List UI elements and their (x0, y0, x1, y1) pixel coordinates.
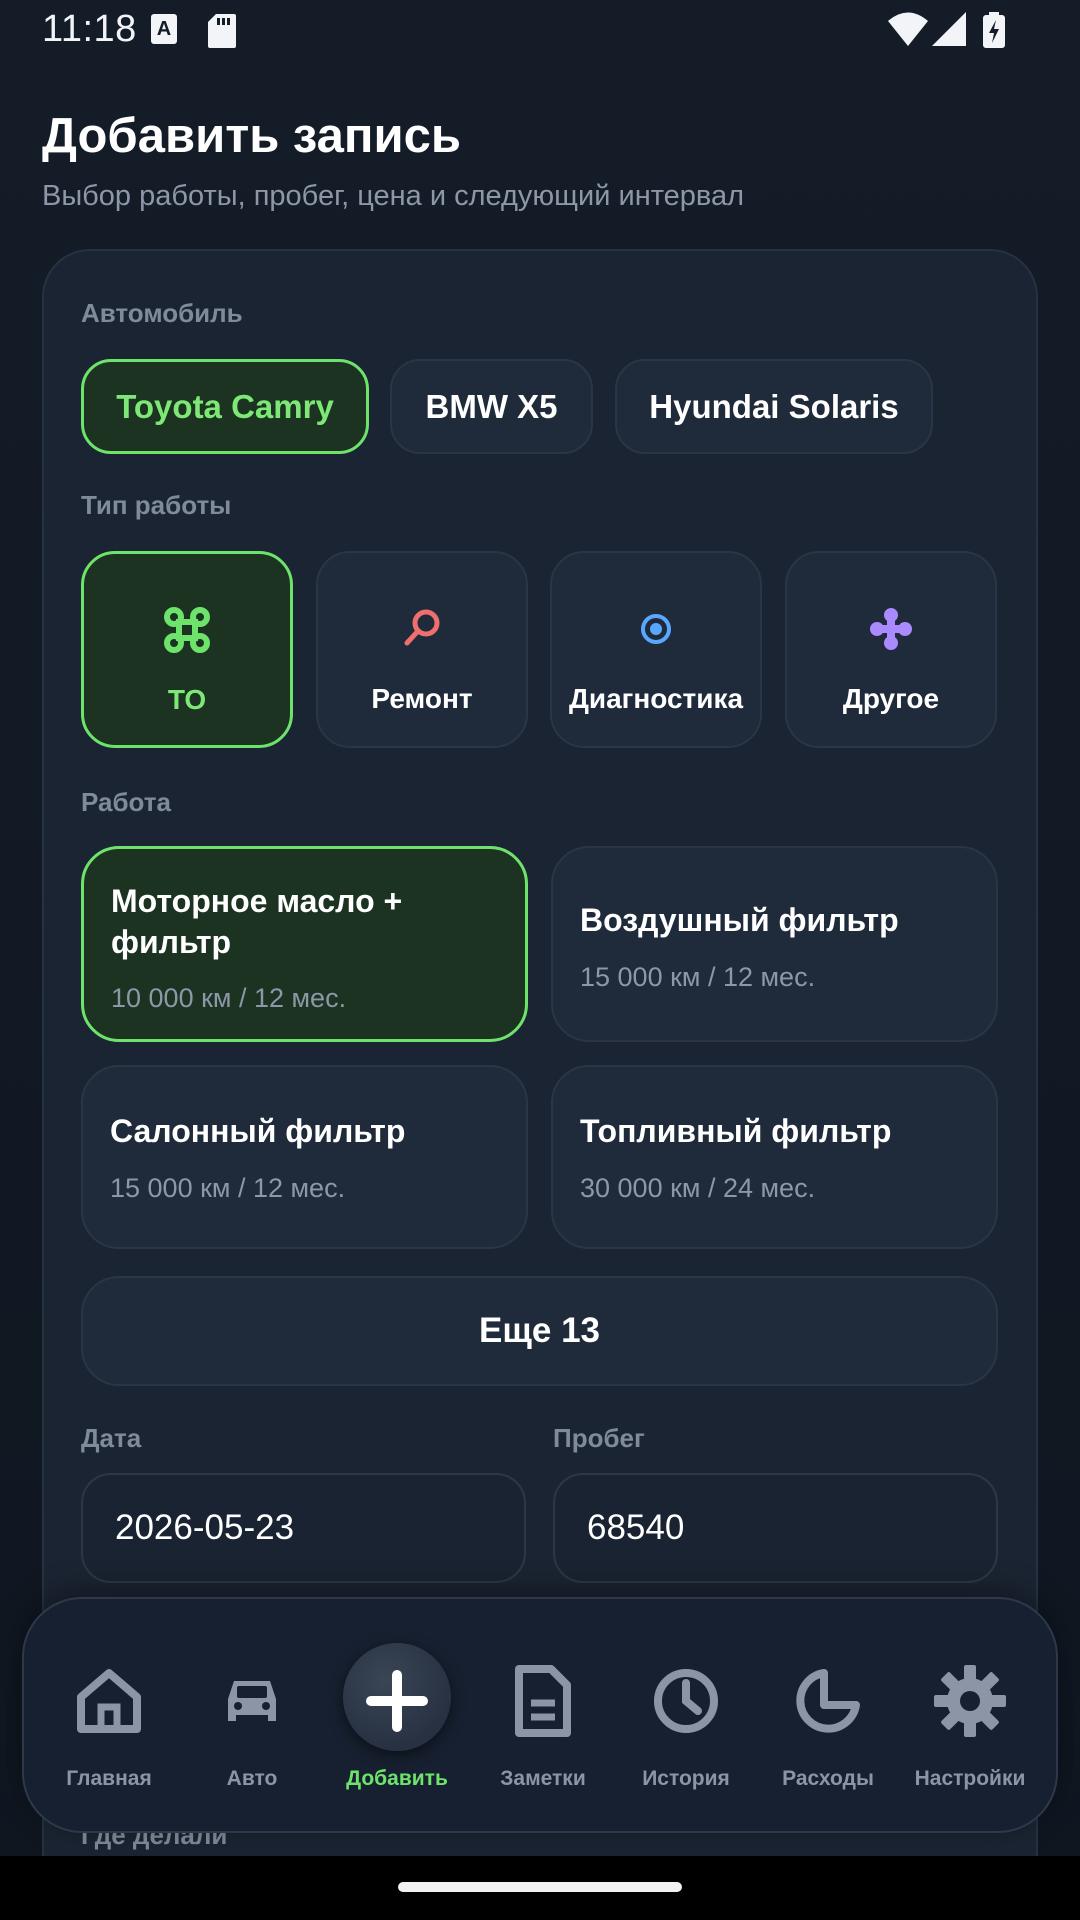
document-icon (515, 1665, 571, 1737)
signal-icon (932, 12, 966, 46)
work-item-interval: 30 000 км / 24 мес. (580, 1173, 816, 1203)
work-section-label: Работа (81, 787, 171, 817)
nav-label: Главная (66, 1767, 152, 1790)
work-item-title: Воздушный фильтр (580, 902, 899, 938)
date-field[interactable]: 2026-05-23 (81, 1473, 526, 1583)
work-type-label: Диагностика (568, 683, 744, 714)
nav-home[interactable]: Главная (39, 1599, 179, 1835)
status-time: 11:18 (42, 8, 137, 50)
gear-icon (934, 1665, 1006, 1737)
nav-notes[interactable]: Заметки (473, 1599, 613, 1835)
nav-label: Добавить (346, 1767, 448, 1790)
car-chip-bmw-x5[interactable]: BMW X5 (390, 359, 593, 454)
work-item-fuel-filter[interactable]: Топливный фильтр 30 000 км / 24 мес. (551, 1065, 998, 1249)
car-icon (228, 1681, 276, 1721)
plus-icon (366, 1670, 428, 1732)
work-item-interval: 10 000 км / 12 мес. (111, 983, 347, 1013)
wifi-icon (888, 12, 928, 46)
work-item-interval: 15 000 км / 12 мес. (580, 962, 816, 992)
nav-label: Авто (226, 1767, 278, 1790)
nav-label: Настройки (914, 1767, 1026, 1790)
show-more-button[interactable]: Еще 13 (81, 1276, 998, 1386)
car-section-label: Автомобиль (81, 298, 243, 328)
mileage-label: Пробег (553, 1423, 645, 1453)
nav-history[interactable]: История (616, 1599, 756, 1835)
work-type-label: ТО (167, 684, 207, 715)
home-indicator[interactable] (398, 1882, 682, 1892)
target-icon (641, 614, 671, 644)
work-type-to[interactable]: ТО (81, 551, 293, 748)
nav-cars[interactable]: Авто (182, 1599, 322, 1835)
nav-label: Расходы (782, 1767, 874, 1790)
work-type-label: Другое (842, 683, 940, 714)
car-chip-hyundai-solaris[interactable]: Hyundai Solaris (615, 359, 933, 454)
status-bar: 11:18 A (0, 0, 1080, 62)
home-icon (77, 1669, 141, 1733)
work-type-repair[interactable]: Ремонт (316, 551, 528, 748)
work-item-air-filter[interactable]: Воздушный фильтр 15 000 км / 12 мес. (551, 846, 998, 1042)
nav-settings[interactable]: Настройки (900, 1599, 1040, 1835)
work-item-title: Салонный фильтр (110, 1113, 406, 1149)
work-type-section-label: Тип работы (81, 490, 232, 520)
magnifier-icon (404, 609, 440, 646)
work-item-interval: 15 000 км / 12 мес. (110, 1173, 346, 1203)
clock-icon (654, 1669, 718, 1733)
work-type-diagnostics[interactable]: Диагностика (550, 551, 762, 748)
page-subtitle: Выбор работы, пробег, цена и следующий и… (42, 180, 745, 212)
work-item-cabin-filter[interactable]: Салонный фильтр 15 000 км / 12 мес. (81, 1065, 528, 1249)
nav-expenses[interactable]: Расходы (758, 1599, 898, 1835)
nav-label: История (642, 1767, 730, 1790)
sd-card-icon (208, 14, 236, 48)
work-type-label: Ремонт (371, 683, 473, 714)
car-chip-toyota-camry[interactable]: Toyota Camry (81, 359, 369, 454)
work-item-title: Моторное масло + фильтр (111, 883, 403, 960)
date-label: Дата (81, 1423, 142, 1453)
battery-charging-icon (983, 12, 1005, 48)
page-title: Добавить запись (42, 109, 461, 163)
work-item-engine-oil[interactable]: Моторное масло + фильтр 10 000 км / 12 м… (81, 846, 528, 1042)
nav-add[interactable]: Добавить (327, 1599, 467, 1835)
bottom-nav: Главная Авто Добавить Заметки История Ра… (22, 1597, 1058, 1833)
command-icon (164, 607, 210, 653)
pie-chart-icon (796, 1669, 860, 1733)
nav-label: Заметки (500, 1767, 586, 1790)
keyboard-a-icon: A (151, 14, 177, 44)
mileage-field[interactable]: 68540 (553, 1473, 998, 1583)
sparkle-icon (870, 608, 912, 650)
work-type-other[interactable]: Другое (785, 551, 997, 748)
work-item-title: Топливный фильтр (580, 1113, 892, 1149)
